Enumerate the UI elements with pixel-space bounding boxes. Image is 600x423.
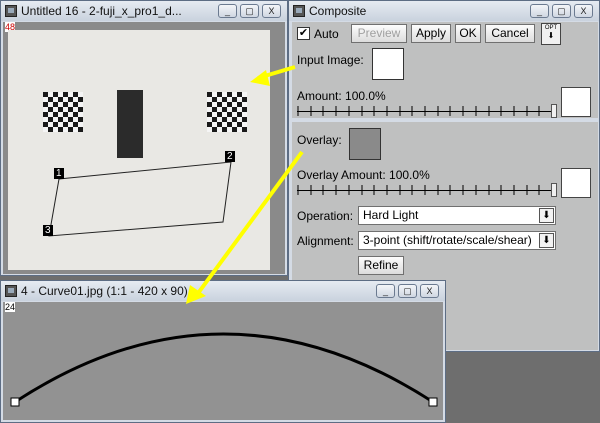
checkerboard-left	[43, 92, 83, 132]
overlay-amount-label: Overlay Amount: 100.0%	[297, 168, 430, 182]
overlay-color-swatch[interactable]	[561, 168, 591, 198]
maximize-button[interactable]: ▢	[240, 4, 259, 18]
dropdown-arrow-icon[interactable]: ⬇	[539, 208, 554, 223]
photo-image	[8, 30, 270, 270]
auto-label: Auto	[314, 27, 339, 41]
close-button[interactable]: X	[262, 4, 281, 18]
minimize-button[interactable]: _	[530, 4, 549, 18]
overlay-label: Overlay:	[297, 133, 342, 147]
amount-slider-thumb[interactable]	[551, 104, 557, 118]
checkerboard-right	[207, 92, 247, 132]
image-canvas-area: 48 1 2 3	[3, 22, 285, 274]
image-window-untitled16: Untitled 16 - 2-fuji_x_pro1_d... _ ▢ X 4…	[0, 0, 288, 276]
point-marker-3[interactable]: 3	[43, 225, 53, 236]
point-marker-2[interactable]: 2	[225, 151, 235, 162]
dark-card	[117, 90, 143, 158]
close-button[interactable]: X	[420, 284, 439, 298]
overlay-thumbnail[interactable]	[349, 128, 381, 160]
input-image-label: Input Image:	[297, 53, 364, 67]
refine-button[interactable]: Refine	[358, 256, 404, 275]
cancel-button[interactable]: Cancel	[485, 24, 535, 43]
composite-titlebar[interactable]: Composite _ ▢ X	[289, 1, 599, 21]
overlay-amount-slider-thumb[interactable]	[551, 183, 557, 197]
amount-label: Amount: 100.0%	[297, 89, 386, 103]
ok-button[interactable]: OK	[455, 24, 481, 43]
minimize-button[interactable]: _	[376, 284, 395, 298]
overlay-amount-slider[interactable]	[297, 183, 557, 197]
composite-panel-top: ✔ Auto Preview Apply OK Cancel OPT ⬇ Inpu…	[292, 22, 598, 118]
preview-button[interactable]: Preview	[351, 24, 407, 43]
options-button[interactable]: OPT ⬇	[541, 23, 561, 45]
composite-title: Composite	[309, 4, 367, 18]
curve-window-titlebar[interactable]: 4 - Curve01.jpg (1:1 - 420 x 90) _ ▢ X	[1, 281, 445, 301]
alignment-select[interactable]: 3-point (shift/rotate/scale/shear) ⬇	[358, 231, 556, 250]
input-image-thumbnail[interactable]	[372, 48, 404, 80]
curve-canvas-area: 24	[3, 302, 443, 420]
composite-window-icon	[293, 5, 305, 17]
apply-button[interactable]: Apply	[411, 24, 451, 43]
operation-label: Operation:	[297, 209, 354, 223]
dropdown-arrow-icon[interactable]: ⬇	[539, 233, 554, 248]
curve-image	[10, 332, 438, 407]
amount-color-swatch[interactable]	[561, 87, 591, 117]
image-window-title: Untitled 16 - 2-fuji_x_pro1_d...	[21, 4, 182, 18]
maximize-button[interactable]: ▢	[398, 284, 417, 298]
point-marker-1[interactable]: 1	[54, 168, 64, 179]
curve-window-title: 4 - Curve01.jpg (1:1 - 420 x 90)	[21, 284, 188, 298]
close-button[interactable]: X	[574, 4, 593, 18]
down-arrow-icon: ⬇	[547, 31, 555, 40]
image-window-titlebar[interactable]: Untitled 16 - 2-fuji_x_pro1_d... _ ▢ X	[1, 1, 287, 21]
image-window-icon	[5, 5, 17, 17]
curve-window: 4 - Curve01.jpg (1:1 - 420 x 90) _ ▢ X 2…	[0, 280, 446, 423]
curve-window-icon	[5, 285, 17, 297]
operation-select-value: Hard Light	[363, 208, 419, 222]
maximize-button[interactable]: ▢	[552, 4, 571, 18]
auto-checkbox[interactable]: ✔	[297, 27, 310, 40]
alignment-label: Alignment:	[297, 234, 354, 248]
alignment-select-value: 3-point (shift/rotate/scale/shear)	[363, 233, 532, 247]
minimize-button[interactable]: _	[218, 4, 237, 18]
amount-slider[interactable]	[297, 104, 557, 118]
operation-select[interactable]: Hard Light ⬇	[358, 206, 556, 225]
